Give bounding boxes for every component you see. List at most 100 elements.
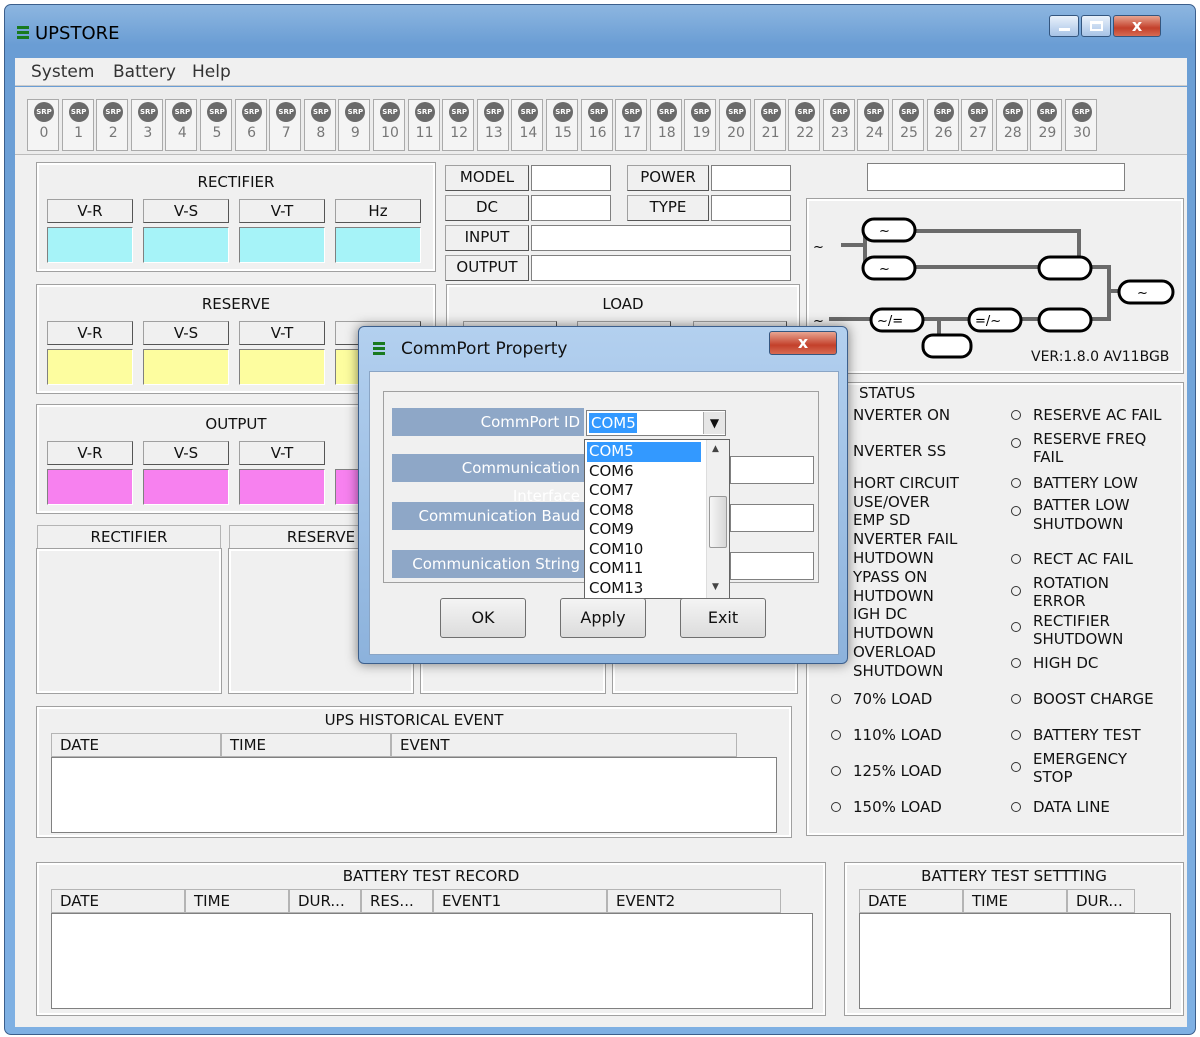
minimize-button[interactable] — [1049, 15, 1079, 37]
commport-option[interactable]: COM5 — [587, 442, 701, 462]
svg-text:~: ~ — [813, 240, 824, 255]
menu-help[interactable]: Help — [192, 62, 231, 82]
status-item: BATTER LOW — [1033, 496, 1130, 514]
historical-list[interactable] — [51, 757, 777, 833]
device-button-13[interactable]: SRP 13 — [476, 99, 509, 151]
device-number: 12 — [450, 125, 469, 141]
device-button-7[interactable]: SRP 7 — [269, 99, 302, 151]
historical-time-col[interactable]: TIME — [221, 733, 391, 757]
comm-string-field[interactable] — [730, 552, 814, 580]
device-button-27[interactable]: SRP 27 — [961, 99, 994, 151]
device-button-29[interactable]: SRP 29 — [1030, 99, 1063, 151]
device-button-12[interactable]: SRP 12 — [442, 99, 475, 151]
device-button-5[interactable]: SRP 5 — [200, 99, 232, 151]
comm-baud-field[interactable] — [730, 504, 814, 532]
record-event1-col[interactable]: EVENT1 — [433, 889, 607, 913]
model-field — [531, 165, 611, 191]
upstore-app-icon — [15, 25, 31, 41]
device-button-2[interactable]: SRP 2 — [96, 99, 129, 151]
device-button-20[interactable]: SRP 20 — [719, 99, 751, 151]
battery-record-list[interactable] — [51, 913, 813, 1009]
apply-button[interactable]: Apply — [560, 598, 646, 638]
title-bar[interactable]: UPSTORE x — [5, 5, 1195, 59]
device-button-14[interactable]: SRP 14 — [511, 99, 544, 151]
device-button-24[interactable]: SRP 24 — [857, 99, 890, 151]
maximize-button[interactable] — [1081, 15, 1111, 37]
rectifier-vs-label: V-S — [143, 199, 229, 223]
commport-dropdown-list[interactable]: COM5 COM6 COM7 COM8 COM9 COM10 COM11 COM13 ▲ ▼ — [584, 439, 730, 599]
device-button-16[interactable]: SRP 16 — [580, 99, 613, 151]
commport-option[interactable]: COM8 — [587, 501, 701, 521]
device-button-23[interactable]: SRP 23 — [822, 99, 855, 151]
commport-option[interactable]: COM7 — [587, 481, 701, 501]
commport-option[interactable]: COM11 — [587, 559, 701, 579]
status-item: SHUTDOWN — [1033, 515, 1124, 533]
record-time-col[interactable]: TIME — [185, 889, 289, 913]
dropdown-arrow-icon[interactable]: ▼ — [703, 412, 725, 434]
commport-id-label: CommPort ID — [392, 408, 584, 436]
exit-button[interactable]: Exit — [680, 598, 766, 638]
record-event2-col[interactable]: EVENT2 — [607, 889, 781, 913]
battery-record-panel: BATTERY TEST RECORD DATE TIME DUR... RES… — [36, 862, 826, 1016]
device-button-19[interactable]: SRP 19 — [684, 99, 717, 151]
record-date-col[interactable]: DATE — [51, 889, 185, 913]
device-button-21[interactable]: SRP 21 — [753, 99, 786, 151]
device-number: 17 — [623, 125, 642, 141]
commport-option[interactable]: COM9 — [587, 520, 701, 540]
device-button-25[interactable]: SRP 25 — [892, 99, 924, 151]
commport-select[interactable]: COM5 ▼ — [586, 410, 726, 436]
dialog-close-button[interactable]: x — [769, 331, 837, 355]
commport-option[interactable]: COM13 — [587, 579, 701, 599]
device-button-22[interactable]: SRP 22 — [788, 99, 821, 151]
historical-date-col[interactable]: DATE — [51, 733, 221, 757]
status-item: 110% LOAD — [853, 726, 942, 744]
device-button-3[interactable]: SRP 3 — [130, 99, 163, 151]
scroll-up-icon[interactable]: ▲ — [712, 444, 719, 454]
comm-interface-field[interactable] — [730, 456, 814, 484]
scrollbar-thumb[interactable] — [709, 496, 727, 548]
record-duration-col[interactable]: DUR... — [289, 889, 361, 913]
commport-option[interactable]: COM10 — [587, 540, 701, 560]
menu-battery[interactable]: Battery — [113, 62, 176, 82]
reserve-vt-value — [239, 349, 325, 385]
status-item: SHUTDOWN — [1033, 630, 1124, 648]
device-button-15[interactable]: SRP 15 — [546, 99, 578, 151]
device-button-9[interactable]: SRP 9 — [338, 99, 371, 151]
device-button-18[interactable]: SRP 18 — [649, 99, 682, 151]
rectifier-graph-header: RECTIFIER — [37, 525, 221, 549]
device-button-6[interactable]: SRP 6 — [234, 99, 267, 151]
setting-date-col[interactable]: DATE — [859, 889, 963, 913]
device-number: 20 — [727, 125, 745, 141]
scroll-down-icon[interactable]: ▼ — [712, 582, 719, 592]
setting-duration-col[interactable]: DUR... — [1067, 889, 1135, 913]
status-item: BOOST CHARGE — [1033, 690, 1154, 708]
record-result-col[interactable]: RES... — [361, 889, 433, 913]
load-title: LOAD — [602, 295, 644, 313]
device-button-8[interactable]: SRP 8 — [303, 99, 336, 151]
device-button-28[interactable]: SRP 28 — [995, 99, 1028, 151]
historical-event-col[interactable]: EVENT — [391, 733, 737, 757]
device-button-11[interactable]: SRP 11 — [407, 99, 440, 151]
device-button-17[interactable]: SRP 17 — [615, 99, 648, 151]
battery-setting-list[interactable] — [859, 913, 1171, 1009]
menu-system[interactable]: System — [31, 62, 94, 82]
commport-option[interactable]: COM6 — [587, 462, 701, 482]
device-button-1[interactable]: SRP 1 — [61, 99, 94, 151]
status-item: HUTDOWN — [853, 624, 934, 642]
device-number: 22 — [796, 125, 815, 141]
svg-text:~/=: ~/= — [877, 314, 903, 329]
comm-baud-label: Communication Baud — [392, 502, 584, 530]
device-button-26[interactable]: SRP 26 — [926, 99, 959, 151]
type-label: TYPE — [627, 195, 709, 221]
device-number: 10 — [381, 125, 399, 141]
ok-button[interactable]: OK — [440, 598, 526, 638]
device-button-0[interactable]: SRP 0 — [27, 99, 59, 151]
commport-selected-value: COM5 — [589, 413, 637, 433]
status-indicator-icon — [831, 766, 841, 776]
close-button[interactable]: x — [1113, 15, 1161, 37]
dropdown-scrollbar[interactable]: ▲ ▼ — [706, 440, 729, 598]
device-button-4[interactable]: SRP 4 — [165, 99, 198, 151]
setting-time-col[interactable]: TIME — [963, 889, 1067, 913]
device-button-10[interactable]: SRP 10 — [373, 99, 405, 151]
device-button-30[interactable]: SRP 30 — [1065, 99, 1097, 151]
